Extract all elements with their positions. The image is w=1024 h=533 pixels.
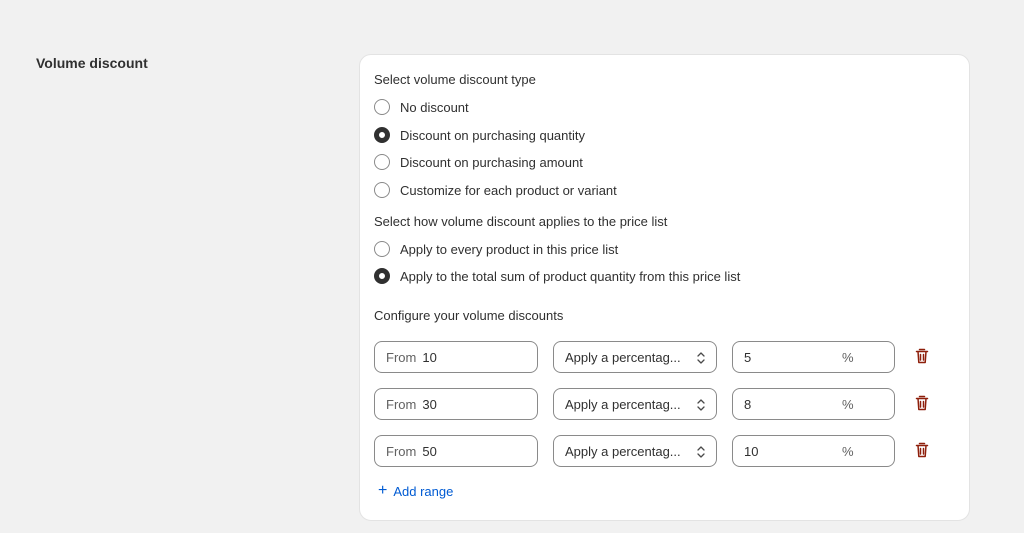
add-range-label: Add range xyxy=(393,483,454,499)
percent-suffix: % xyxy=(842,443,854,459)
from-value: 10 xyxy=(422,349,437,365)
range-row: From 50 Apply a percentag... 10 % xyxy=(374,435,944,467)
section-title: Volume discount xyxy=(36,55,148,71)
discount-value-input[interactable]: 5 % xyxy=(732,341,895,373)
discount-type-label: Select volume discount type xyxy=(374,72,536,87)
plus-icon: + xyxy=(378,482,388,499)
radio-icon[interactable] xyxy=(374,241,390,257)
percent-suffix: % xyxy=(842,349,854,365)
radio-discount-quantity[interactable]: Discount on purchasing quantity xyxy=(374,125,585,145)
chevron-up-down-icon xyxy=(697,399,705,411)
radio-no-discount[interactable]: No discount xyxy=(374,97,469,117)
from-value: 30 xyxy=(422,396,437,412)
discount-method-select[interactable]: Apply a percentag... xyxy=(553,435,717,467)
from-prefix: From xyxy=(386,443,417,459)
radio-label: Apply to every product in this price lis… xyxy=(400,241,619,257)
discount-value: 5 xyxy=(744,349,752,365)
select-value: Apply a percentag... xyxy=(565,349,681,365)
trash-icon[interactable] xyxy=(914,347,930,365)
chevron-up-down-icon xyxy=(697,352,705,364)
radio-icon[interactable] xyxy=(374,127,390,143)
chevron-up-down-icon xyxy=(697,446,705,458)
trash-icon[interactable] xyxy=(914,394,930,412)
trash-icon[interactable] xyxy=(914,441,930,459)
radio-apply-every-product[interactable]: Apply to every product in this price lis… xyxy=(374,239,618,259)
from-prefix: From xyxy=(386,396,417,412)
discount-value: 8 xyxy=(744,396,752,412)
percent-suffix: % xyxy=(842,396,854,412)
radio-label: Customize for each product or variant xyxy=(400,182,617,198)
discount-value-input[interactable]: 8 % xyxy=(732,388,895,420)
radio-label: Discount on purchasing quantity xyxy=(400,127,586,143)
from-prefix: From xyxy=(386,349,417,365)
from-quantity-input[interactable]: From 10 xyxy=(374,341,538,373)
select-value: Apply a percentag... xyxy=(565,396,681,412)
discount-method-select[interactable]: Apply a percentag... xyxy=(553,341,717,373)
radio-icon[interactable] xyxy=(374,182,390,198)
radio-label: Discount on purchasing amount xyxy=(400,154,583,170)
radio-label: Apply to the total sum of product quanti… xyxy=(400,268,741,284)
radio-discount-amount[interactable]: Discount on purchasing amount xyxy=(374,152,583,172)
add-range-button[interactable]: + Add range xyxy=(378,483,453,499)
radio-icon[interactable] xyxy=(374,99,390,115)
range-row: From 30 Apply a percentag... 8 % xyxy=(374,388,944,420)
range-row: From 10 Apply a percentag... 5 % xyxy=(374,341,944,373)
radio-icon[interactable] xyxy=(374,154,390,170)
radio-icon[interactable] xyxy=(374,268,390,284)
volume-discount-card: Select volume discount type No discount … xyxy=(359,54,970,521)
radio-apply-total-sum[interactable]: Apply to the total sum of product quanti… xyxy=(374,266,740,286)
from-value: 50 xyxy=(422,443,437,459)
from-quantity-input[interactable]: From 50 xyxy=(374,435,538,467)
discount-value: 10 xyxy=(744,443,759,459)
discount-value-input[interactable]: 10 % xyxy=(732,435,895,467)
from-quantity-input[interactable]: From 30 xyxy=(374,388,538,420)
radio-customize-each[interactable]: Customize for each product or variant xyxy=(374,180,617,200)
radio-label: No discount xyxy=(400,99,469,115)
discount-method-select[interactable]: Apply a percentag... xyxy=(553,388,717,420)
applies-to-label: Select how volume discount applies to th… xyxy=(374,214,668,229)
ranges-label: Configure your volume discounts xyxy=(374,308,564,323)
select-value: Apply a percentag... xyxy=(565,443,681,459)
